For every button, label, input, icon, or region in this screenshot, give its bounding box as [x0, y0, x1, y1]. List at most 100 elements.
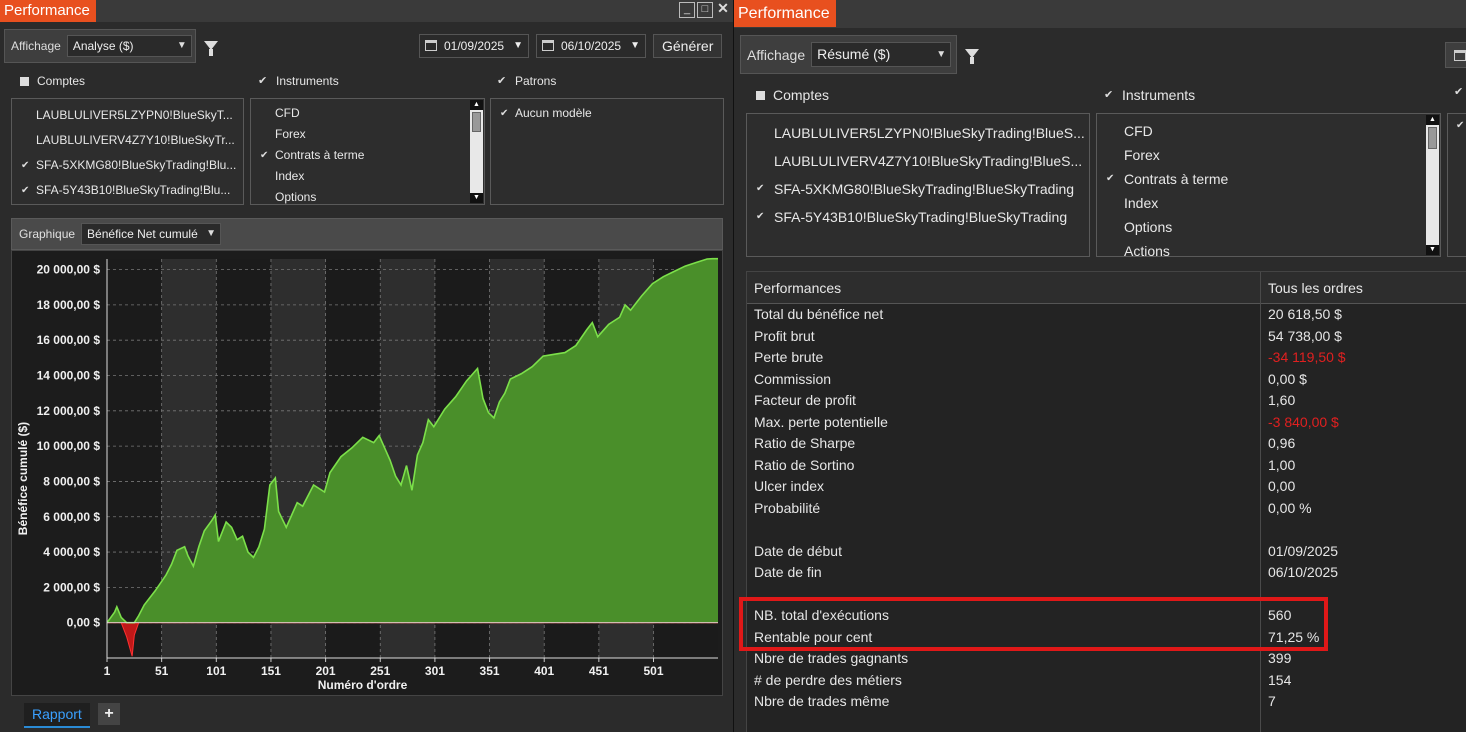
- list-item-label: SFA-5Y43B10!BlueSkyTrading!Blu...: [36, 183, 231, 197]
- tab-rapport[interactable]: Rapport: [24, 703, 90, 728]
- end-date-value: 06/10/2025: [561, 39, 622, 53]
- accounts-header[interactable]: Comptes: [756, 87, 829, 103]
- performance-table: Performances Tous les ordres Total du bé…: [746, 271, 1466, 732]
- list-item[interactable]: Forex: [1097, 143, 1440, 167]
- patterns-header[interactable]: ✔: [1454, 87, 1464, 98]
- table-row: [747, 519, 1466, 541]
- table-row: Ratio de Sortino 1,00: [747, 455, 1466, 477]
- instruments-header[interactable]: ✔ Instruments: [258, 74, 339, 88]
- patterns-header[interactable]: ✔ Patrons: [497, 74, 556, 88]
- metric-name: Total du bénéfice net: [754, 306, 884, 322]
- list-item[interactable]: Options: [1097, 215, 1440, 239]
- list-item[interactable]: ✔ Contrats à terme: [1097, 167, 1440, 191]
- metric-value: 0,00 $: [1268, 370, 1307, 387]
- title-bar[interactable]: Performance: [734, 0, 1466, 28]
- scroll-down-icon[interactable]: ▼: [470, 193, 483, 203]
- generate-button[interactable]: Générer: [653, 34, 723, 58]
- x-tick-label: 351: [480, 664, 500, 678]
- list-item[interactable]: LAUBLULIVERV4Z7Y10!BlueSkyTr...: [12, 128, 243, 153]
- chevron-down-icon: ▼: [513, 40, 523, 51]
- add-tab-button[interactable]: +: [98, 703, 120, 725]
- metric-name: Probabilité: [754, 499, 821, 516]
- instruments-scrollbar[interactable]: ▲ ▼: [1426, 115, 1439, 255]
- list-item[interactable]: ✔ SFA-5XKMG80!BlueSkyTrading!BlueSkyTradi…: [747, 175, 1089, 203]
- list-item-label: Index: [1124, 195, 1159, 211]
- list-item[interactable]: Index: [251, 166, 484, 187]
- list-item-label: Contrats à terme: [1124, 171, 1229, 187]
- accounts-checkbox[interactable]: [756, 90, 765, 100]
- instruments-header[interactable]: ✔ Instruments: [1104, 87, 1195, 103]
- check-icon: ✔: [500, 108, 509, 119]
- list-item[interactable]: Actions: [1097, 239, 1440, 256]
- patterns-list: ✔: [1447, 113, 1466, 257]
- column-header-all-orders: Tous les ordres: [1268, 280, 1363, 296]
- check-icon: ✔: [260, 150, 269, 161]
- scroll-down-icon[interactable]: ▼: [1426, 245, 1439, 255]
- close-button[interactable]: ✕: [715, 1, 731, 18]
- display-toolbar: Affichage Résumé ($) ▼: [740, 35, 957, 74]
- end-date-picker[interactable]: 06/10/2025 ▼: [536, 34, 646, 58]
- list-item[interactable]: Forex: [251, 124, 484, 145]
- filter-icon[interactable]: [204, 41, 218, 56]
- y-tick-label: 12 000,00 $: [37, 404, 101, 418]
- metric-name: Profit brut: [754, 327, 815, 344]
- instruments-checkbox[interactable]: ✔: [258, 76, 268, 87]
- display-toolbar: Affichage Analyse ($) ▼: [4, 29, 196, 63]
- instruments-checkbox[interactable]: ✔: [1104, 90, 1114, 101]
- display-select[interactable]: Résumé ($) ▼: [811, 42, 952, 67]
- list-item[interactable]: ✔ Aucun modèle: [491, 103, 723, 124]
- x-tick-label: 51: [155, 664, 169, 678]
- metric-value: 0,00 %: [1268, 499, 1312, 516]
- display-select[interactable]: Analyse ($) ▼: [66, 35, 192, 57]
- metric-name: Perte brute: [754, 349, 824, 365]
- metric-value: 0,96: [1268, 435, 1296, 451]
- list-item-label: Contrats à terme: [275, 148, 365, 162]
- list-item[interactable]: ✔ SFA-5Y43B10!BlueSkyTrading!BlueSkyTradi…: [747, 203, 1089, 231]
- scroll-up-icon[interactable]: ▲: [470, 100, 483, 110]
- accounts-checkbox[interactable]: [20, 76, 29, 86]
- minimize-button[interactable]: _: [679, 2, 695, 18]
- scroll-thumb[interactable]: [1428, 127, 1437, 149]
- display-label: Affichage: [11, 39, 61, 53]
- list-item[interactable]: LAUBLULIVERV4Z7Y10!BlueSkyTrading!BlueS.…: [747, 147, 1089, 175]
- calendar-button[interactable]: [1445, 42, 1466, 68]
- scroll-thumb[interactable]: [472, 112, 481, 132]
- list-item[interactable]: LAUBLULIVER5LZYPN0!BlueSkyT...: [12, 103, 243, 128]
- start-date-picker[interactable]: 01/09/2025 ▼: [419, 34, 529, 58]
- list-item[interactable]: ✔ SFA-5Y43B10!BlueSkyTrading!Blu...: [12, 178, 243, 203]
- table-row: Facteur de profit 1,60: [747, 390, 1466, 412]
- list-item[interactable]: LAUBLULIVER5LZYPN0!BlueSkyTrading!BlueS.…: [747, 119, 1089, 147]
- check-icon: ✔: [756, 211, 765, 222]
- title-bar[interactable]: Performance _ □ ✕: [0, 0, 733, 22]
- metric-value: 154: [1268, 671, 1292, 688]
- metric-value: 0,00: [1268, 478, 1296, 494]
- y-tick-label: 16 000,00 $: [37, 333, 101, 347]
- list-item[interactable]: ✔ Contrats à terme: [251, 145, 484, 166]
- patterns-checkbox[interactable]: ✔: [497, 76, 507, 87]
- list-item[interactable]: CFD: [1097, 119, 1440, 143]
- list-item[interactable]: CFD: [251, 103, 484, 124]
- list-item-label: Index: [275, 169, 305, 183]
- list-item-label: Options: [1124, 219, 1173, 235]
- list-item[interactable]: Options: [251, 187, 484, 204]
- accounts-header[interactable]: Comptes: [20, 74, 85, 88]
- instruments-scrollbar[interactable]: ▲ ▼: [470, 100, 483, 203]
- table-row: Max. perte potentielle -3 840,00 $: [747, 412, 1466, 434]
- list-item[interactable]: ✔ SFA-5XKMG80!BlueSkyTrading!Blu...: [12, 153, 243, 178]
- maximize-button[interactable]: □: [697, 2, 713, 18]
- y-tick-label: 2 000,00 $: [43, 580, 100, 594]
- graph-type-select[interactable]: Bénéfice Net cumulé ▼: [81, 223, 222, 245]
- x-tick-label: 101: [206, 664, 226, 678]
- list-item[interactable]: Index: [1097, 191, 1440, 215]
- chevron-down-icon: ▼: [630, 40, 640, 51]
- metric-value: -3 840,00 $: [1268, 413, 1339, 430]
- start-date-value: 01/09/2025: [444, 39, 505, 53]
- list-item-label: LAUBLULIVER5LZYPN0!BlueSkyT...: [36, 108, 233, 122]
- table-row: Date de fin 06/10/2025: [747, 562, 1466, 584]
- calendar-icon: [1454, 50, 1466, 61]
- table-row: Probabilité 0,00 %: [747, 498, 1466, 520]
- patterns-checkbox[interactable]: ✔: [1454, 87, 1464, 98]
- scroll-up-icon[interactable]: ▲: [1426, 115, 1439, 125]
- list-item-label: SFA-5Y43B10!BlueSkyTrading!BlueSkyTradin…: [774, 209, 1068, 225]
- filter-icon[interactable]: [965, 49, 979, 64]
